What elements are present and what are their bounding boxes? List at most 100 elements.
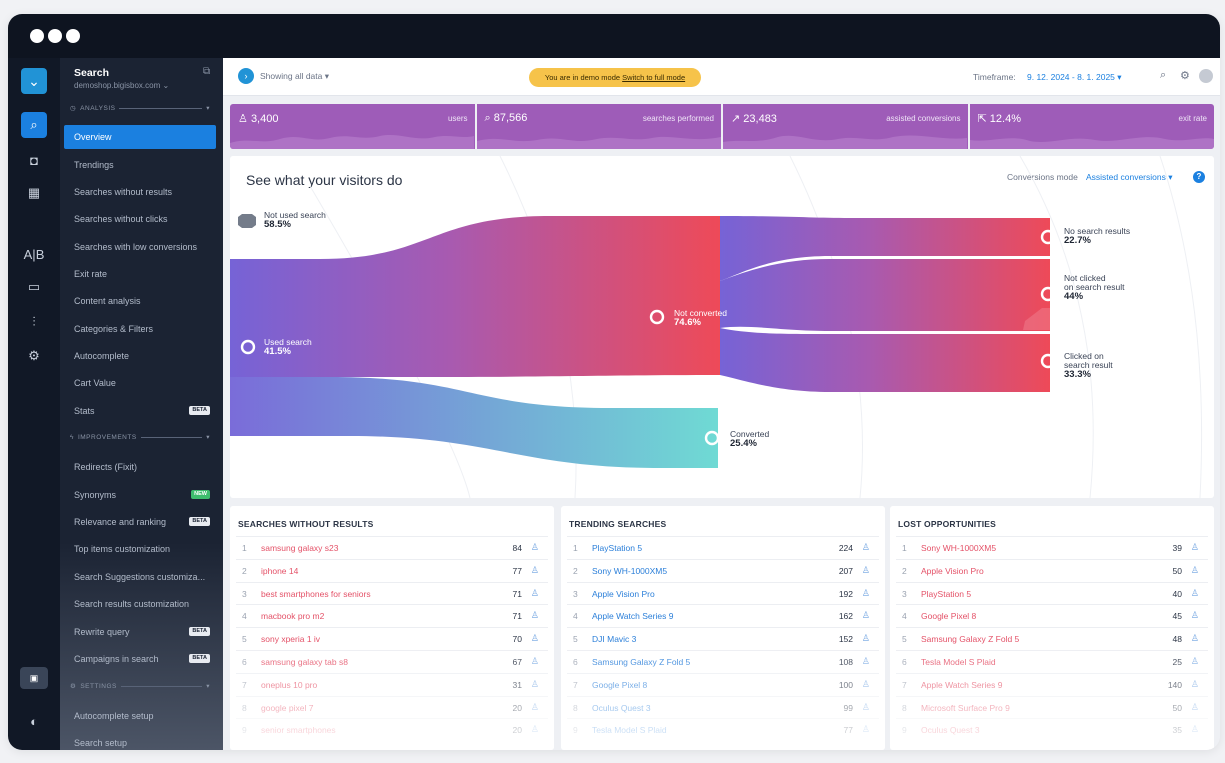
table-row[interactable]: 8 google pixel 7 20 ♙ — [236, 695, 548, 719]
search-term-link[interactable]: samsung galaxy s23 — [261, 543, 339, 553]
search-term-link[interactable]: Microsoft Surface Pro 9 — [921, 703, 1010, 713]
user-icon[interactable]: ♙ — [531, 656, 539, 667]
metric-searches[interactable]: ⌕ 87,566 searches performed — [476, 104, 721, 149]
search-term-link[interactable]: google pixel 7 — [261, 703, 313, 713]
table-row[interactable]: 7 oneplus 10 pro 31 ♙ — [236, 672, 548, 696]
user-icon[interactable]: ♙ — [531, 610, 539, 621]
document-icon[interactable]: ▭ — [21, 274, 47, 300]
user-icon[interactable]: ♙ — [1191, 702, 1199, 713]
language-flag-icon[interactable]: ▣ — [20, 667, 48, 689]
toggle-icon[interactable]: ◘ — [21, 147, 47, 173]
user-icon[interactable]: ♙ — [1191, 724, 1199, 735]
table-row[interactable]: 9 senior smartphones 20 ♙ — [236, 718, 548, 741]
external-link-icon[interactable]: ⧉ — [203, 66, 210, 77]
sidebar-item-overview[interactable]: Overview — [64, 125, 216, 149]
search-term-link[interactable]: macbook pro m2 — [261, 611, 324, 621]
search-term-link[interactable]: oneplus 10 pro — [261, 680, 317, 690]
sidebar-item-relevance[interactable]: Relevance and ranking BETA — [64, 510, 216, 534]
table-row[interactable]: 6 Samsung Galaxy Z Fold 5 108 ♙ — [567, 650, 879, 673]
user-icon[interactable]: ♙ — [1191, 588, 1199, 599]
user-icon[interactable]: ♙ — [531, 542, 539, 553]
account-toggle-icon[interactable]: ◐ — [21, 708, 47, 734]
search-term-link[interactable]: Tesla Model S Plaid — [921, 657, 996, 667]
table-row[interactable]: 6 Tesla Model S Plaid 25 ♙ — [896, 650, 1208, 673]
table-row[interactable]: 2 iphone 14 77 ♙ — [236, 558, 548, 582]
search-term-link[interactable]: sony xperia 1 iv — [261, 634, 320, 644]
flow-to-not-clicked[interactable] — [720, 259, 1050, 331]
sidebar-item-rewrite-query[interactable]: Rewrite query BETA — [64, 620, 216, 644]
data-filter-dropdown[interactable]: Showing all data ▾ — [260, 71, 329, 82]
table-row[interactable]: 5 Samsung Galaxy Z Fold 5 48 ♙ — [896, 627, 1208, 650]
table-row[interactable]: 3 PlayStation 5 40 ♙ — [896, 581, 1208, 605]
search-term-link[interactable]: Google Pixel 8 — [921, 611, 976, 621]
table-row[interactable]: 9 Tesla Model S Plaid 77 ♙ — [567, 718, 879, 741]
sidebar-item-trendings[interactable]: Trendings — [64, 153, 216, 177]
ab-test-icon[interactable]: A|B — [21, 241, 47, 267]
user-icon[interactable]: ♙ — [1191, 610, 1199, 621]
search-term-link[interactable]: DJI Mavic 3 — [592, 634, 636, 644]
table-row[interactable]: 4 Apple Watch Series 9 162 ♙ — [567, 604, 879, 627]
search-term-link[interactable]: Apple Vision Pro — [921, 566, 984, 576]
search-term-link[interactable]: best smartphones for seniors — [261, 589, 371, 599]
window-dot[interactable] — [66, 29, 80, 43]
user-icon[interactable]: ♙ — [1191, 656, 1199, 667]
not-used-search-node[interactable] — [238, 214, 256, 228]
sidebar-item-searches-without-clicks[interactable]: Searches without clicks — [64, 207, 216, 231]
table-row[interactable]: 4 Google Pixel 8 45 ♙ — [896, 604, 1208, 627]
sidebar-item-search-suggestions[interactable]: Search Suggestions customiza... — [64, 565, 216, 589]
sidebar-item-campaigns[interactable]: Campaigns in search BETA — [64, 647, 216, 671]
table-row[interactable]: 1 samsung galaxy s23 84 ♙ — [236, 536, 548, 559]
site-selector[interactable]: demoshop.bigisbox.com ⌄ — [74, 81, 169, 90]
table-row[interactable]: 7 Google Pixel 8 100 ♙ — [567, 672, 879, 696]
table-row[interactable]: 3 Apple Vision Pro 192 ♙ — [567, 581, 879, 605]
user-icon[interactable]: ♙ — [531, 724, 539, 735]
user-icon[interactable]: ♙ — [862, 702, 870, 713]
sidebar-item-search-setup[interactable]: Search setup — [64, 731, 216, 750]
user-icon[interactable]: ♙ — [1191, 679, 1199, 690]
window-dot[interactable] — [48, 29, 62, 43]
sidebar-item-low-conversions[interactable]: Searches with low conversions — [64, 235, 216, 259]
gear-icon[interactable]: ⚙ — [1180, 69, 1190, 82]
user-icon[interactable]: ♙ — [862, 656, 870, 667]
section-analysis[interactable]: ◷ ANALYSIS ▾ — [70, 104, 210, 113]
metric-assisted-conversions[interactable]: ↗ 23,483 assisted conversions — [723, 104, 968, 149]
sidebar-item-exit-rate[interactable]: Exit rate — [64, 262, 216, 286]
search-term-link[interactable]: Google Pixel 8 — [592, 680, 647, 690]
search-term-link[interactable]: iphone 14 — [261, 566, 298, 576]
switch-full-mode-link[interactable]: Switch to full mode — [622, 73, 685, 82]
search-term-link[interactable]: PlayStation 5 — [921, 589, 971, 599]
user-icon[interactable]: ♙ — [531, 633, 539, 644]
user-icon[interactable]: ♙ — [1191, 633, 1199, 644]
search-term-link[interactable]: Apple Watch Series 9 — [592, 611, 673, 621]
sidebar-item-categories-filters[interactable]: Categories & Filters — [64, 317, 216, 341]
user-icon[interactable]: ♙ — [862, 610, 870, 621]
search-term-link[interactable]: Oculus Quest 3 — [921, 725, 980, 735]
table-row[interactable]: 6 samsung galaxy tab s8 67 ♙ — [236, 650, 548, 673]
user-icon[interactable]: ♙ — [1191, 542, 1199, 553]
app-logo-icon[interactable]: ⌄ — [21, 68, 47, 94]
avatar[interactable] — [1199, 69, 1213, 83]
sidebar-item-synonyms[interactable]: Synonyms NEW — [64, 483, 216, 507]
table-row[interactable]: 7 Apple Watch Series 9 140 ♙ — [896, 672, 1208, 696]
search-term-link[interactable]: Apple Vision Pro — [592, 589, 655, 599]
sidebar-item-content-analysis[interactable]: Content analysis — [64, 289, 216, 313]
search-term-link[interactable]: Sony WH-1000XM5 — [921, 543, 996, 553]
search-term-link[interactable]: PlayStation 5 — [592, 543, 642, 553]
metric-users[interactable]: ♙ 3,400 users — [230, 104, 475, 149]
search-icon[interactable]: ⌕ — [21, 112, 47, 138]
grid-icon[interactable]: ▦ — [21, 180, 47, 206]
section-settings[interactable]: ⚙ SETTINGS ▾ — [70, 682, 210, 691]
user-icon[interactable]: ♙ — [862, 724, 870, 735]
table-row[interactable]: 2 Apple Vision Pro 50 ♙ — [896, 558, 1208, 582]
search-term-link[interactable]: Sony WH-1000XM5 — [592, 566, 667, 576]
table-row[interactable]: 3 best smartphones for seniors 71 ♙ — [236, 581, 548, 605]
table-row[interactable]: 2 Sony WH-1000XM5 207 ♙ — [567, 558, 879, 582]
flow-to-clicked[interactable] — [720, 328, 1050, 392]
section-improvements[interactable]: ϟ IMPROVEMENTS ▾ — [70, 433, 210, 442]
sidebar-item-cart-value[interactable]: Cart Value — [64, 371, 216, 395]
search-term-link[interactable]: senior smartphones — [261, 725, 336, 735]
user-icon[interactable]: ♙ — [862, 588, 870, 599]
table-row[interactable]: 5 sony xperia 1 iv 70 ♙ — [236, 627, 548, 650]
search-term-link[interactable]: samsung galaxy tab s8 — [261, 657, 348, 667]
table-row[interactable]: 9 Oculus Quest 3 35 ♙ — [896, 718, 1208, 741]
